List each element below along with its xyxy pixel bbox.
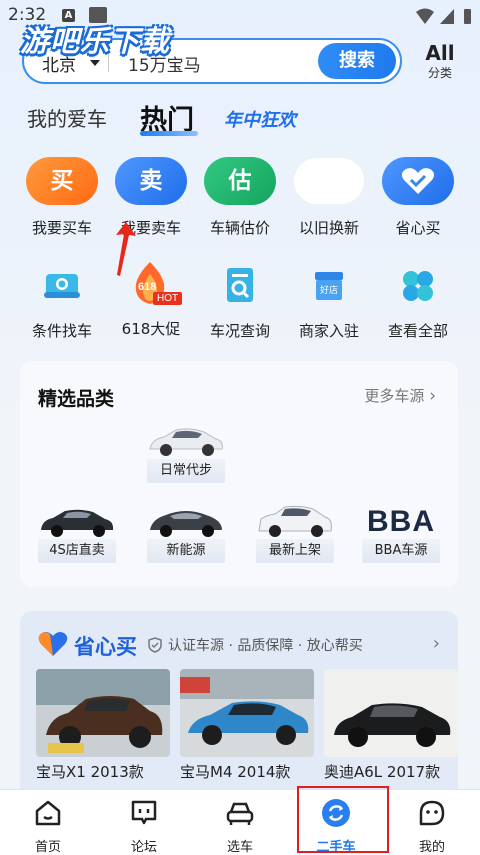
- category-label: 新能源: [147, 539, 225, 563]
- category-label: 日常代步: [147, 459, 225, 483]
- tool-label: 商家入驻: [298, 322, 359, 340]
- trade-in-icon: [293, 157, 365, 205]
- category-label: 4S店直卖: [38, 539, 116, 563]
- caret-down-icon[interactable]: [90, 60, 100, 66]
- report-search-icon: [218, 264, 262, 308]
- search-button[interactable]: 搜索: [318, 43, 396, 79]
- grid-flower-icon: [396, 264, 440, 308]
- nav-label: 我的: [418, 840, 445, 855]
- nav-home[interactable]: 首页: [0, 798, 96, 855]
- tab-active-indicator: [140, 131, 198, 136]
- quick-action-worry-free[interactable]: 省心买: [373, 157, 463, 238]
- tool-label: 车况查询: [209, 322, 270, 340]
- battery-icon: [464, 9, 471, 24]
- tool-label: 查看全部: [387, 322, 448, 340]
- system-status-icons: [416, 8, 471, 24]
- nav-label: 选车: [226, 840, 253, 855]
- category-daily-commute[interactable]: 日常代步: [141, 423, 231, 483]
- all-categories-button[interactable]: All 分类: [418, 42, 462, 81]
- shield-check-icon: [148, 637, 162, 653]
- quick-action-label: 以旧换新: [298, 219, 359, 237]
- fire-618-icon: 618 HOT: [129, 262, 183, 306]
- tool-label: 条件找车: [31, 322, 92, 340]
- all-label: All: [425, 41, 455, 65]
- category-new-arrivals[interactable]: 最新上架: [250, 503, 340, 563]
- quick-action-estimate[interactable]: 估 车辆估价: [195, 157, 285, 238]
- car-white-sedan-icon: [146, 423, 226, 459]
- quick-action-trade-in[interactable]: 以旧换新: [284, 157, 374, 238]
- quick-action-label: 我要买车: [31, 219, 92, 237]
- quick-action-label: 省心买: [395, 219, 441, 237]
- tool-condition-search[interactable]: 条件找车: [17, 264, 107, 341]
- tool-merchant-join[interactable]: 好店 商家入驻: [284, 264, 374, 341]
- listing-title[interactable]: 宝马X1 2013款: [36, 761, 144, 782]
- highlight-box: [297, 786, 389, 853]
- quick-action-label: 车辆估价: [209, 219, 270, 237]
- nav-label: 首页: [34, 840, 61, 855]
- listing-title[interactable]: 宝马M4 2014款: [180, 761, 290, 782]
- nav-forum[interactable]: 论坛: [96, 798, 192, 855]
- car-black-sedan-icon: [37, 503, 117, 539]
- tool-618-promo[interactable]: 618 HOT 618大促: [106, 262, 196, 339]
- nav-profile[interactable]: 我的: [384, 798, 480, 855]
- sell-icon: 卖: [115, 157, 187, 205]
- buy-icon: 买: [26, 157, 98, 205]
- tool-view-all[interactable]: 查看全部: [373, 264, 463, 341]
- shop-tag-label: 好店: [319, 286, 338, 296]
- shop-icon: 好店: [307, 264, 351, 308]
- nav-label: 论坛: [130, 840, 157, 855]
- tab-promo[interactable]: 年中狂欢: [224, 106, 296, 132]
- worry-free-heart-icon: [38, 632, 68, 656]
- chevron-right-icon: ›: [429, 386, 436, 406]
- tool-condition-report[interactable]: 车况查询: [195, 264, 285, 341]
- listing-photo-audi-a6l[interactable]: [324, 669, 458, 757]
- car-white-suv-icon: [255, 503, 335, 539]
- all-sublabel: 分类: [427, 66, 452, 80]
- car-search-icon: [40, 264, 84, 308]
- category-new-energy[interactable]: 新能源: [141, 503, 231, 563]
- home-icon: [35, 800, 61, 826]
- selection-title: 精选品类: [38, 388, 115, 410]
- watermark-logo: 游吧乐下载: [20, 24, 171, 58]
- chevron-right-icon[interactable]: ›: [433, 633, 440, 654]
- worry-free-subtitle: 认证车源 · 品质保障 · 放心帮买: [168, 638, 363, 654]
- hot-badge: HOT: [153, 292, 183, 305]
- more-cars-label: 更多车源: [364, 387, 425, 405]
- category-bba[interactable]: BBA BBA车源: [356, 503, 446, 563]
- wifi-icon: [416, 8, 434, 24]
- estimate-icon: 估: [204, 157, 276, 205]
- category-4s-direct[interactable]: 4S店直卖: [32, 503, 122, 563]
- worry-free-card: 省心买 认证车源 · 品质保障 · 放心帮买 › 宝马X1 2013款 宝马M4…: [20, 611, 458, 801]
- quick-action-buy[interactable]: 买 我要买车: [17, 157, 107, 238]
- tool-label: 618大促: [121, 320, 181, 338]
- bba-logo-text: BBA: [367, 505, 435, 538]
- listing-title[interactable]: 奥迪A6L 2017款: [324, 761, 440, 782]
- listing-photo-bmw-m4[interactable]: [180, 669, 314, 757]
- bba-logo-icon: BBA: [361, 503, 441, 539]
- category-label: 最新上架: [256, 539, 334, 563]
- heart-icon: [382, 157, 454, 205]
- tab-my-car[interactable]: 我的爱车: [27, 103, 107, 132]
- profile-face-icon: [419, 800, 445, 826]
- car-ev-icon: [146, 503, 226, 539]
- bottom-nav: 首页 论坛 选车 二手车 我的: [0, 789, 480, 855]
- forum-icon: [131, 800, 157, 825]
- selection-card: 精选品类 更多车源 › 日常代步 4S店直卖 新能源 最新上架 BBA BBA车…: [20, 361, 458, 587]
- worry-free-title: 省心买: [74, 635, 137, 659]
- category-label: BBA车源: [362, 539, 440, 563]
- more-cars-link[interactable]: 更多车源 ›: [364, 385, 436, 406]
- listing-photo-bmw-x1[interactable]: [36, 669, 170, 757]
- nav-select-car[interactable]: 选车: [192, 798, 288, 855]
- signal-icon: [440, 9, 454, 24]
- car-select-icon: [226, 802, 254, 825]
